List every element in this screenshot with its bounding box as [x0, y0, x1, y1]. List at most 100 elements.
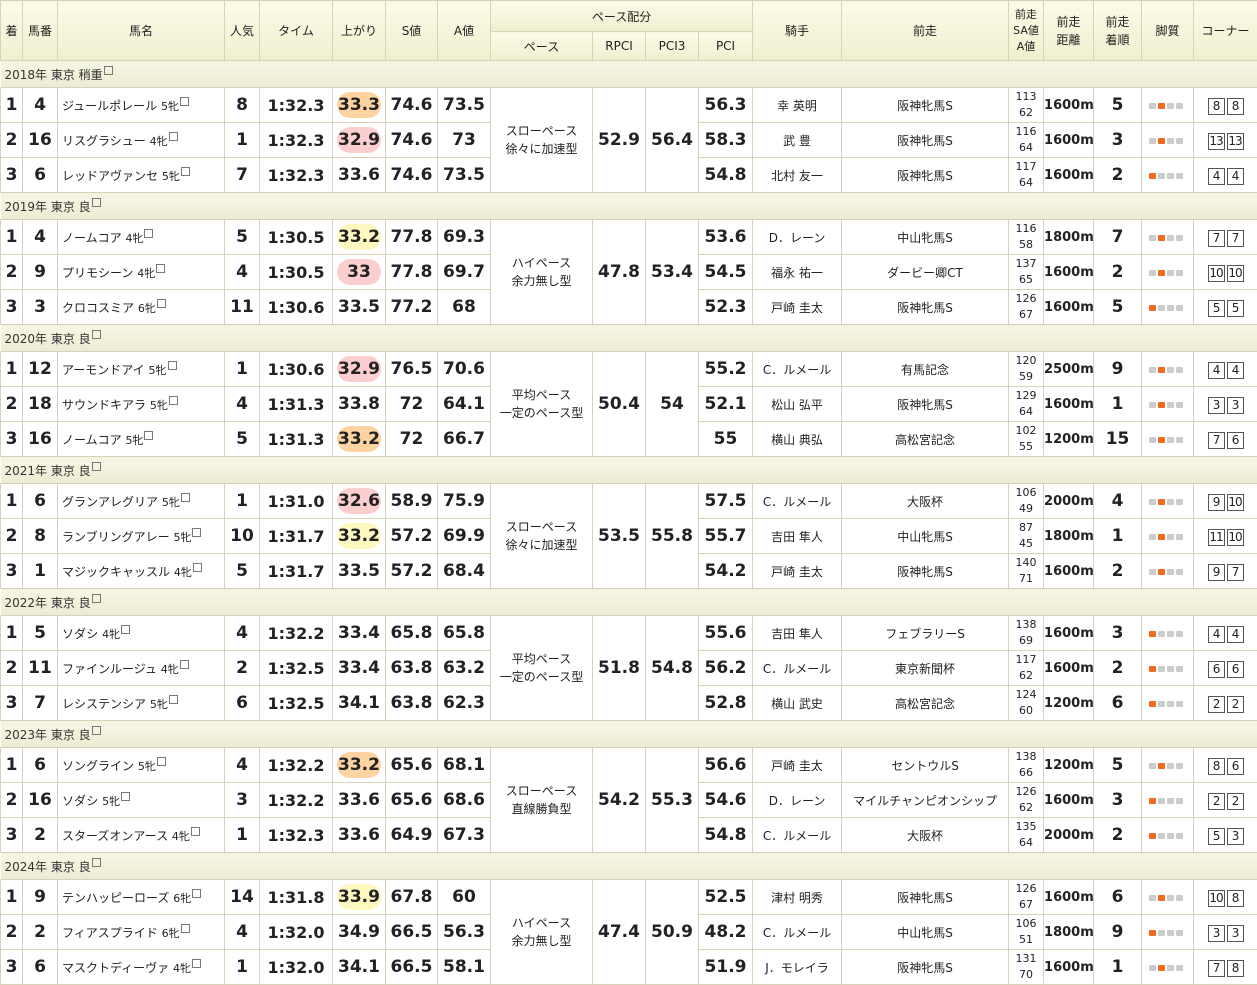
prev-race-cell[interactable]: 中山牝馬S [842, 915, 1009, 950]
jockey-cell[interactable]: C．ルメール [753, 818, 842, 853]
pci-cell: 54.8 [699, 158, 753, 193]
jockey-cell[interactable]: C．ルメール [753, 352, 842, 387]
prev-race-cell[interactable]: セントウルS [842, 748, 1009, 783]
horse-name-cell[interactable]: ノームコア 5牝 [58, 422, 225, 457]
prev-race-cell[interactable]: 阪神牝馬S [842, 88, 1009, 123]
horse-name-cell[interactable]: プリモシーン 4牝 [58, 255, 225, 290]
prev-race-cell[interactable]: 阪神牝馬S [842, 387, 1009, 422]
col-header-pace[interactable]: ペース [491, 32, 593, 61]
jockey-cell[interactable]: 武 豊 [753, 123, 842, 158]
horse-name-cell[interactable]: ファインルージュ 4牝 [58, 651, 225, 686]
horse-name-cell[interactable]: アーモンドアイ 5牝 [58, 352, 225, 387]
jockey-cell[interactable]: 松山 弘平 [753, 387, 842, 422]
jockey-cell[interactable]: 戸崎 圭太 [753, 290, 842, 325]
prev-race-cell[interactable]: マイルチャンピオンシップ [842, 783, 1009, 818]
prev-race-cell[interactable]: 中山牝馬S [842, 519, 1009, 554]
col-header-prev[interactable]: 前走 [842, 1, 1009, 61]
horse-sex-age: 5牝 [150, 399, 168, 412]
prev-sa-value: 87 [1019, 521, 1033, 534]
prev-race-cell[interactable]: 高松宮記念 [842, 422, 1009, 457]
leg-segment [1149, 103, 1156, 109]
leg-segment [1176, 701, 1183, 707]
prev-race-cell[interactable]: 高松宮記念 [842, 686, 1009, 721]
col-header-chaku[interactable]: 着 [1, 1, 23, 61]
jockey-cell[interactable]: 福永 祐一 [753, 255, 842, 290]
jockey-cell[interactable]: D．レーン [753, 783, 842, 818]
leg-style-icon [1149, 268, 1187, 278]
prev-sa-value: 106 [1016, 486, 1037, 499]
col-header-pci[interactable]: PCI [699, 32, 753, 61]
col-header-prevrank[interactable]: 前走着順 [1094, 1, 1142, 61]
time-cell: 1:31.7 [260, 554, 333, 589]
prev-race-cell[interactable]: 阪神牝馬S [842, 158, 1009, 193]
leg-cell [1142, 651, 1194, 686]
jockey-cell[interactable]: 北村 友一 [753, 158, 842, 193]
agari-value: 33.6 [338, 790, 380, 810]
jockey-cell[interactable]: C．ルメール [753, 651, 842, 686]
leg-segment [1149, 173, 1156, 179]
horse-name-cell[interactable]: グランアレグリア 5牝 [58, 484, 225, 519]
horse-name-cell[interactable]: レッドアヴァンセ 5牝 [58, 158, 225, 193]
prev-a-value: 62 [1019, 801, 1033, 814]
col-header-leg[interactable]: 脚質 [1142, 1, 1194, 61]
col-header-agari[interactable]: 上がり [333, 1, 386, 61]
jockey-cell[interactable]: C．ルメール [753, 915, 842, 950]
horse-name-cell[interactable]: フィアスプライド 6牝 [58, 915, 225, 950]
col-header-corner[interactable]: コーナー [1194, 1, 1257, 61]
col-header-ninki[interactable]: 人気 [225, 1, 260, 61]
col-header-rpci[interactable]: RPCI [593, 32, 646, 61]
prev-race-cell[interactable]: 阪神牝馬S [842, 950, 1009, 985]
prev-race-cell[interactable]: 阪神牝馬S [842, 123, 1009, 158]
ninki-cell: 4 [225, 387, 260, 422]
jockey-cell[interactable]: 幸 英明 [753, 88, 842, 123]
jockey-cell[interactable]: 吉田 隼人 [753, 519, 842, 554]
leg-style-icon [1149, 893, 1187, 903]
jockey-cell[interactable]: 津村 明秀 [753, 880, 842, 915]
col-header-sa[interactable]: 前走SA値A値 [1009, 1, 1044, 61]
horse-name-cell[interactable]: リスグラシュー 4牝 [58, 123, 225, 158]
leg-cell [1142, 158, 1194, 193]
prev-race-cell[interactable]: ダービー卿CT [842, 255, 1009, 290]
prev-race-cell[interactable]: フェブラリーS [842, 616, 1009, 651]
leg-segment [1149, 305, 1156, 311]
col-header-bamei[interactable]: 馬名 [58, 1, 225, 61]
prev-race-cell[interactable]: 大阪杯 [842, 484, 1009, 519]
jockey-cell[interactable]: 吉田 隼人 [753, 616, 842, 651]
pci3-cell: 50.9 [646, 880, 699, 985]
horse-name-cell[interactable]: ランブリングアレー 5牝 [58, 519, 225, 554]
horse-name-cell[interactable]: サウンドキアラ 5牝 [58, 387, 225, 422]
col-header-jockey[interactable]: 騎手 [753, 1, 842, 61]
horse-name-cell[interactable]: ジュールポレール 5牝 [58, 88, 225, 123]
prev-race-cell[interactable]: 中山牝馬S [842, 220, 1009, 255]
jockey-cell[interactable]: J．モレイラ [753, 950, 842, 985]
horse-name-cell[interactable]: テンハッピーローズ 6牝 [58, 880, 225, 915]
horse-name-cell[interactable]: マスクトディーヴァ 4牝 [58, 950, 225, 985]
horse-name-cell[interactable]: ソングライン 5牝 [58, 748, 225, 783]
col-header-s[interactable]: S値 [386, 1, 438, 61]
prev-race-cell[interactable]: 阪神牝馬S [842, 880, 1009, 915]
jockey-cell[interactable]: D．レーン [753, 220, 842, 255]
prev-race-cell[interactable]: 大阪杯 [842, 818, 1009, 853]
jockey-cell[interactable]: 横山 典弘 [753, 422, 842, 457]
jockey-cell[interactable]: 横山 武史 [753, 686, 842, 721]
prev-race-cell[interactable]: 阪神牝馬S [842, 554, 1009, 589]
col-header-prevdist[interactable]: 前走距離 [1044, 1, 1094, 61]
jockey-cell[interactable]: C．ルメール [753, 484, 842, 519]
horse-name-cell[interactable]: マジックキャッスル 4牝 [58, 554, 225, 589]
prev-race-cell[interactable]: 東京新聞杯 [842, 651, 1009, 686]
horse-name-cell[interactable]: ソダシ 4牝 [58, 616, 225, 651]
col-header-time[interactable]: タイム [260, 1, 333, 61]
horse-name-cell[interactable]: スターズオンアース 4牝 [58, 818, 225, 853]
jockey-cell[interactable]: 戸崎 圭太 [753, 748, 842, 783]
col-header-umaban[interactable]: 馬番 [23, 1, 58, 61]
horse-name-cell[interactable]: ソダシ 5牝 [58, 783, 225, 818]
horse-name-cell[interactable]: クロコスミア 6牝 [58, 290, 225, 325]
pci-cell: 53.6 [699, 220, 753, 255]
col-header-a[interactable]: A値 [438, 1, 491, 61]
prev-race-cell[interactable]: 阪神牝馬S [842, 290, 1009, 325]
horse-name-cell[interactable]: ノームコア 4牝 [58, 220, 225, 255]
col-header-pci3[interactable]: PCI3 [646, 32, 699, 61]
horse-name-cell[interactable]: レシステンシア 5牝 [58, 686, 225, 721]
jockey-cell[interactable]: 戸崎 圭太 [753, 554, 842, 589]
prev-race-cell[interactable]: 有馬記念 [842, 352, 1009, 387]
